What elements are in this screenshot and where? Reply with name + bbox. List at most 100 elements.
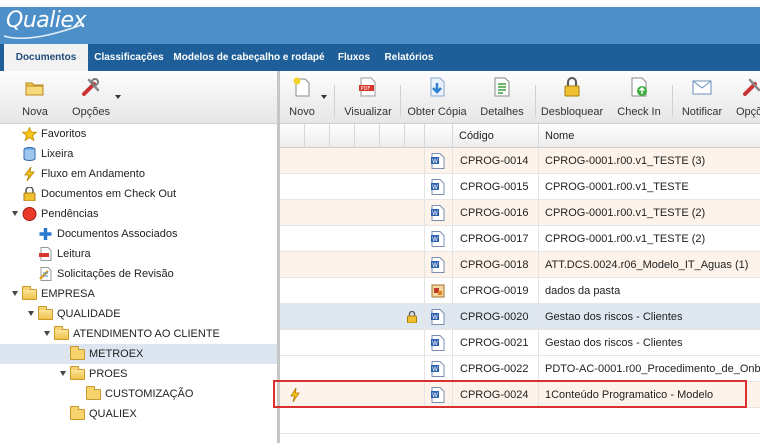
nova-label: Nova — [22, 106, 48, 118]
cell-divider — [452, 226, 453, 252]
tab-fluxos[interactable]: Fluxos — [334, 44, 374, 71]
star-icon — [22, 127, 37, 141]
app-logo[interactable]: Qualiex — [6, 8, 87, 33]
cell-divider — [452, 330, 453, 356]
table-row-empty — [280, 408, 760, 434]
column-codigo-header[interactable]: Código — [452, 124, 538, 148]
cell-nome: CPROG-0001.r00.v1_TESTE — [545, 181, 689, 193]
table-row[interactable]: W CPROG-0015 CPROG-0001.r00.v1_TESTE — [280, 174, 760, 200]
column-extra-header[interactable] — [379, 124, 404, 148]
tree-item-label: PROES — [89, 368, 128, 380]
cell-nome: Gestao dos riscos - Clientes — [545, 337, 683, 349]
tree-item-label: Solicitações de Revisão — [57, 268, 174, 280]
column-flow-header[interactable] — [304, 124, 329, 148]
opcoes-left-button[interactable]: Opções — [66, 71, 116, 124]
download-icon — [430, 77, 445, 97]
folder-icon — [86, 386, 101, 400]
chevron-down-icon[interactable] — [115, 95, 121, 99]
lightning-icon — [290, 388, 300, 402]
column-extra-header[interactable] — [329, 124, 354, 148]
cell-divider — [538, 226, 539, 252]
table-row[interactable]: W CPROG-0018 ATT.DCS.0024.r06_Modelo_IT_… — [280, 252, 760, 278]
cell-nome: dados da pasta — [545, 285, 621, 297]
notificar-button[interactable]: Notificar — [677, 71, 727, 124]
tab-modelos[interactable]: Modelos de cabeçalho e rodapé — [172, 44, 326, 71]
desbloquear-button[interactable]: Desbloquear — [540, 71, 604, 124]
cell-codigo: CPROG-0016 — [460, 207, 529, 219]
opcoes-right-label: Opçõ — [736, 106, 760, 118]
cell-divider — [538, 382, 539, 408]
chevron-down-icon[interactable] — [321, 95, 327, 99]
cell-divider — [424, 304, 425, 330]
lock-icon — [23, 187, 36, 201]
table-row[interactable]: W CPROG-0017 CPROG-0001.r00.v1_TESTE (2) — [280, 226, 760, 252]
check-in-label: Check In — [617, 106, 661, 118]
nova-button[interactable]: Nova — [10, 71, 60, 124]
header-top-band — [0, 0, 760, 7]
column-extra-header[interactable] — [354, 124, 379, 148]
novo-button[interactable]: Novo — [282, 71, 322, 124]
red-circle-icon — [22, 207, 37, 221]
tree-expander-icon[interactable] — [12, 291, 18, 296]
svg-text:W: W — [432, 236, 438, 243]
pdf-icon — [39, 247, 52, 261]
toolbar-divider — [672, 85, 673, 117]
cell-divider — [538, 200, 539, 226]
tree-item-label: Leitura — [57, 248, 91, 260]
cell-codigo: CPROG-0014 — [460, 155, 529, 167]
column-nome-header[interactable]: Nome — [538, 124, 760, 148]
novo-label: Novo — [289, 106, 315, 118]
lightning-icon — [24, 167, 35, 181]
cell-divider — [538, 174, 539, 200]
app-header: Qualiex — [0, 0, 760, 44]
cell-divider — [424, 278, 425, 304]
folder-tree: Favoritos Lixeira Fluxo em Andamento Doc… — [0, 124, 277, 443]
word-doc-icon: W — [431, 179, 445, 195]
word-doc-icon: W — [431, 309, 445, 325]
tree-expander-icon[interactable] — [44, 331, 50, 336]
plus-icon — [39, 228, 52, 240]
folder-open-icon — [22, 286, 37, 300]
tree-expander-icon[interactable] — [12, 211, 18, 216]
toolbar-divider — [334, 85, 335, 117]
table-row[interactable]: W CPROG-0016 CPROG-0001.r00.v1_TESTE (2) — [280, 200, 760, 226]
trash-icon — [23, 147, 36, 161]
svg-text:W: W — [432, 184, 438, 191]
tools-icon — [82, 78, 100, 96]
tree-item-label: Fluxo em Andamento — [41, 168, 145, 180]
table-row[interactable]: W CPROG-0022 PDTO-AC-0001.r00_Procedimen… — [280, 356, 760, 382]
table-row[interactable]: W CPROG-0021 Gestao dos riscos - Cliente… — [280, 330, 760, 356]
svg-text:W: W — [432, 392, 438, 399]
table-row[interactable]: W CPROG-0024 1Conteúdo Programatico - Mo… — [280, 382, 760, 408]
tab-classificacoes[interactable]: Classificações — [92, 44, 166, 71]
folder-icon — [70, 346, 85, 360]
detalhes-button[interactable]: Detalhes — [477, 71, 527, 124]
svg-text:W: W — [432, 366, 438, 373]
check-in-button[interactable]: Check In — [614, 71, 664, 124]
opcoes-right-button[interactable]: Opçõ — [734, 71, 760, 124]
table-row[interactable]: W CPROG-0020 Gestao dos riscos - Cliente… — [280, 304, 760, 330]
tab-relatorios[interactable]: Relatórios — [380, 44, 438, 71]
folder-open-icon — [54, 326, 69, 340]
grid-header: Código Nome — [280, 124, 760, 148]
tree-expander-icon[interactable] — [60, 371, 66, 376]
tab-documentos[interactable]: Documentos — [4, 44, 88, 71]
cell-nome: PDTO-AC-0001.r00_Procedimento_de_Onbo — [545, 363, 760, 375]
tree-item-label: Documentos em Check Out — [41, 188, 177, 200]
cell-divider — [538, 356, 539, 382]
grid-toolbar: Novo PDF Visualizar Obter Cópia Detalhes… — [280, 71, 760, 124]
cell-divider — [452, 200, 453, 226]
notificar-label: Notificar — [681, 106, 723, 118]
check-in-icon — [631, 77, 647, 97]
table-row[interactable]: CPROG-0019 dados da pasta — [280, 278, 760, 304]
tree-expander-icon[interactable] — [28, 311, 34, 316]
tree-item-label: Lixeira — [41, 148, 74, 160]
obter-copia-button[interactable]: Obter Cópia — [405, 71, 469, 124]
table-row[interactable]: W CPROG-0014 CPROG-0001.r00.v1_TESTE (3) — [280, 148, 760, 174]
tree-item-label: CUSTOMIZAÇÃO — [105, 388, 194, 400]
column-type-header[interactable] — [424, 124, 451, 148]
cell-codigo: CPROG-0020 — [460, 311, 529, 323]
visualizar-button[interactable]: PDF Visualizar — [342, 71, 394, 124]
svg-text:W: W — [432, 158, 438, 165]
word-doc-icon: W — [431, 257, 445, 273]
